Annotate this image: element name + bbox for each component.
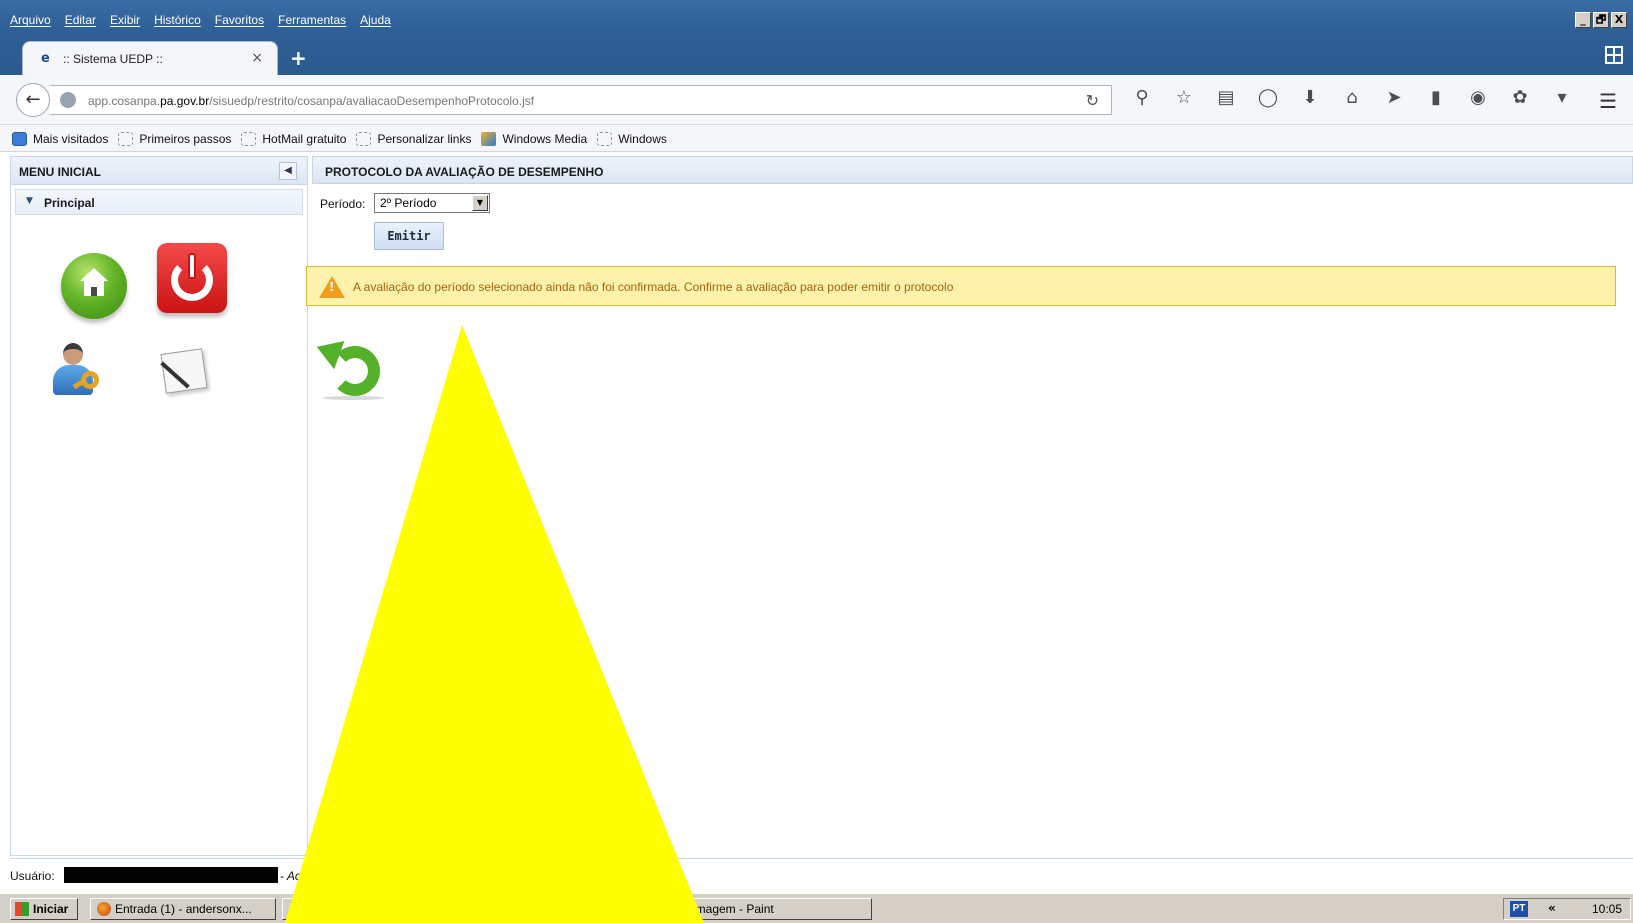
close-window-button[interactable]: X bbox=[1611, 12, 1627, 28]
back-arrow-icon[interactable] bbox=[311, 332, 386, 402]
url-text: app.cosanpa.pa.gov.br/sisuedp/restrito/c… bbox=[88, 94, 535, 108]
windows-media-icon bbox=[481, 131, 497, 146]
taskbar-item-firefox[interactable]: Entrada (1) - andersonx... bbox=[90, 898, 276, 920]
home-icon[interactable]: ⌂ bbox=[1340, 87, 1364, 108]
user-status-line: Usuário: - Ac bbox=[10, 858, 1633, 890]
site-identity-icon[interactable] bbox=[60, 92, 76, 108]
search-icon[interactable]: ⚲ bbox=[1130, 87, 1154, 108]
start-button[interactable]: Iniciar bbox=[10, 898, 78, 920]
bookmark-windows[interactable]: Windows bbox=[597, 131, 667, 146]
menu-icon[interactable]: ☰ bbox=[1599, 89, 1617, 113]
content-header: PROTOCOLO DA AVALIAÇÃO DE DESEMPENHO bbox=[312, 156, 1633, 184]
page-icon bbox=[241, 131, 257, 146]
language-indicator[interactable]: PT bbox=[1510, 901, 1528, 917]
period-select[interactable]: 2º Período ▼ bbox=[374, 193, 490, 213]
menu-ajuda[interactable]: Ajuda bbox=[360, 13, 391, 33]
new-tab-button[interactable]: + bbox=[290, 46, 307, 70]
page-icon bbox=[356, 131, 372, 146]
tray-expand-icon[interactable]: « bbox=[1548, 901, 1556, 915]
menu-favoritos[interactable]: Favoritos bbox=[215, 13, 264, 33]
page-title: PROTOCOLO DA AVALIAÇÃO DE DESEMPENHO bbox=[325, 165, 604, 179]
menu-title: MENU INICIAL bbox=[19, 165, 101, 179]
windows-logo-icon bbox=[15, 902, 29, 916]
reading-list-icon[interactable]: ▤ bbox=[1214, 87, 1238, 108]
send-icon[interactable]: ➤ bbox=[1382, 87, 1406, 108]
tab-groups-icon[interactable] bbox=[1605, 46, 1623, 64]
section-label: Principal bbox=[44, 196, 95, 210]
browser-tab[interactable]: e :: Sistema UEDP :: × bbox=[22, 41, 278, 75]
chevron-down-icon: ▼ bbox=[26, 196, 33, 206]
tab-close-icon[interactable]: × bbox=[251, 50, 263, 66]
window-controls: _ 🗗 X bbox=[1575, 12, 1627, 28]
period-select-value: 2º Período bbox=[380, 196, 437, 210]
toolbar-icons: ⚲ ☆ ▤ ◯ ⬇ ⌂ ➤ ▮ ◉ ✿ ▾ bbox=[1130, 87, 1574, 108]
menu-header: MENU INICIAL ◀ bbox=[11, 157, 307, 185]
period-label: Período: bbox=[320, 197, 366, 211]
taskbar-item-paint[interactable]: imagem - Paint bbox=[680, 898, 872, 920]
bookmark-hotmail[interactable]: HotMail gratuito bbox=[241, 131, 346, 146]
star-icon[interactable]: ☆ bbox=[1172, 87, 1196, 108]
menu-historico[interactable]: Histórico bbox=[154, 13, 201, 33]
main-content: PROTOCOLO DA AVALIAÇÃO DE DESEMPENHO Per… bbox=[306, 156, 1633, 856]
firefox-icon bbox=[97, 902, 111, 916]
redacted-user-name bbox=[64, 867, 278, 883]
bookmark-windows-media[interactable]: Windows Media bbox=[481, 131, 587, 146]
clock: 10:05 bbox=[1591, 902, 1622, 916]
bookmarks-bar: Mais visitados Primeiros passos HotMail … bbox=[0, 126, 1633, 152]
menu-ferramentas[interactable]: Ferramentas bbox=[278, 13, 346, 33]
chat-icon[interactable]: ◉ bbox=[1466, 87, 1490, 108]
page-icon bbox=[118, 131, 134, 146]
taskbar-item-hidden[interactable] bbox=[282, 898, 302, 920]
warning-message: ! A avaliação do período selecionado ain… bbox=[306, 266, 1616, 306]
address-bar[interactable]: app.cosanpa.pa.gov.br/sisuedp/restrito/c… bbox=[50, 85, 1112, 115]
menu-section-principal[interactable]: ▼ Principal bbox=[15, 189, 303, 215]
user-label: Usuário: bbox=[10, 869, 55, 883]
document-edit-icon[interactable] bbox=[159, 347, 211, 397]
download-icon[interactable]: ⬇ bbox=[1298, 87, 1322, 108]
bookmark-personalizar[interactable]: Personalizar links bbox=[356, 131, 471, 146]
extension-icon[interactable]: ✿ bbox=[1508, 87, 1532, 108]
overflow-icon[interactable]: ▾ bbox=[1550, 87, 1574, 108]
menu-exibir[interactable]: Exibir bbox=[110, 13, 140, 33]
user-extra-text: - Ac bbox=[280, 869, 301, 883]
taskbar: Iniciar Entrada (1) - andersonx... image… bbox=[0, 893, 1633, 923]
bookmark-primeiros-passos[interactable]: Primeiros passos bbox=[118, 131, 231, 146]
menu-bar: Arquivo Editar Exibir Histórico Favorito… bbox=[10, 13, 405, 33]
reload-icon[interactable]: ↻ bbox=[1086, 91, 1099, 110]
collapse-menu-icon[interactable]: ◀ bbox=[279, 162, 297, 180]
restore-button[interactable]: 🗗 bbox=[1593, 12, 1609, 28]
left-menu-panel: MENU INICIAL ◀ ▼ Principal bbox=[10, 156, 308, 856]
window-titlebar: Arquivo Editar Exibir Histórico Favorito… bbox=[0, 0, 1633, 76]
bookmark-icon[interactable]: ▮ bbox=[1424, 87, 1448, 108]
navigation-toolbar: ← app.cosanpa.pa.gov.br/sisuedp/restrito… bbox=[0, 75, 1633, 125]
minimize-button[interactable]: _ bbox=[1575, 12, 1591, 28]
menu-arquivo[interactable]: Arquivo bbox=[10, 13, 51, 33]
emit-button[interactable]: Emitir bbox=[374, 222, 444, 250]
back-button[interactable]: ← bbox=[16, 83, 50, 117]
power-off-icon[interactable] bbox=[157, 243, 227, 313]
menu-editar[interactable]: Editar bbox=[65, 13, 96, 33]
ie-logo-icon: e bbox=[41, 51, 50, 66]
chevron-down-icon[interactable]: ▼ bbox=[472, 195, 488, 211]
folder-icon bbox=[12, 131, 27, 146]
page-icon bbox=[597, 131, 613, 146]
pocket-icon[interactable]: ◯ bbox=[1256, 87, 1280, 108]
system-tray: PT « 10:05 bbox=[1503, 898, 1631, 920]
warning-text: A avaliação do período selecionado ainda… bbox=[353, 280, 954, 294]
bookmark-mais-visitados[interactable]: Mais visitados bbox=[12, 131, 108, 146]
home-icon[interactable] bbox=[61, 253, 127, 319]
user-key-icon[interactable] bbox=[51, 343, 111, 403]
tab-title: :: Sistema UEDP :: bbox=[63, 52, 163, 66]
